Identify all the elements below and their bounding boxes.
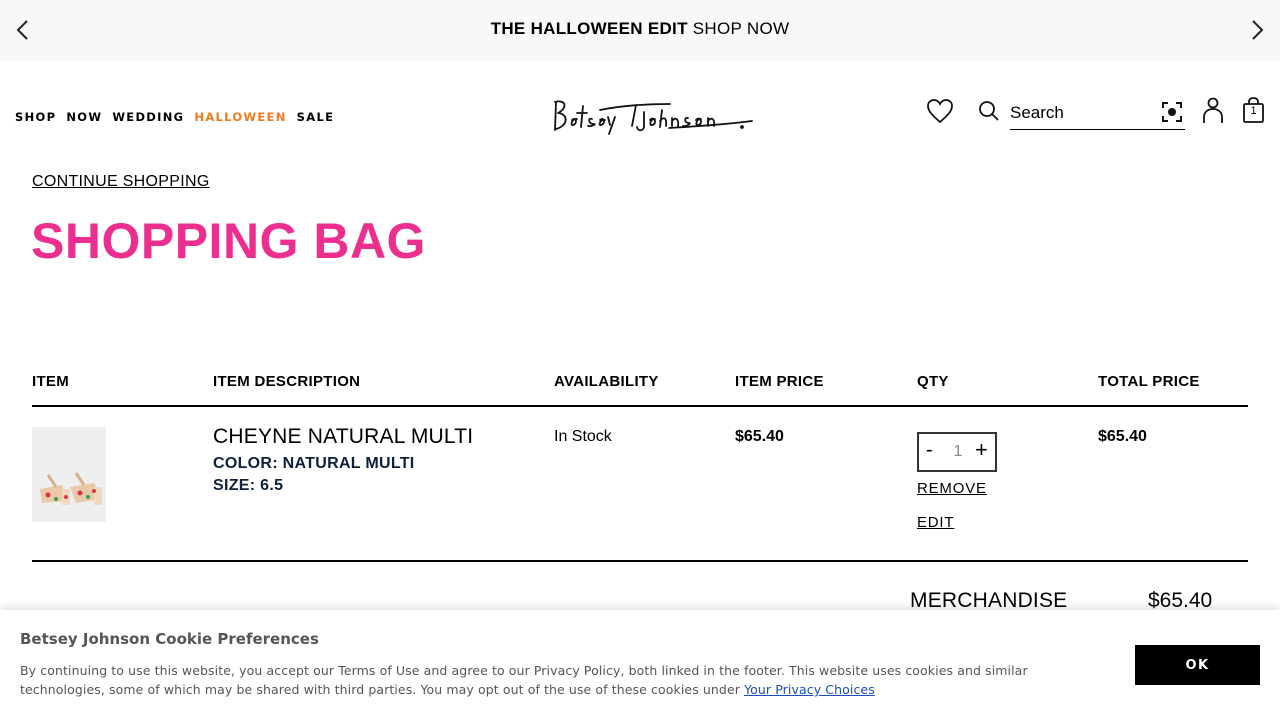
search-input[interactable] [1010, 96, 1185, 130]
qty-increase-button[interactable]: + [975, 437, 988, 463]
cookie-body-text: By continuing to use this website, you a… [20, 663, 1028, 697]
qty-decrease-button[interactable]: - [926, 439, 933, 462]
search-icon[interactable] [978, 100, 1000, 122]
product-size: SIZE: 6.5 [213, 477, 284, 494]
bag-count-badge: 1 [1250, 105, 1257, 117]
promo-title: THE HALLOWEEN EDIT [490, 19, 688, 38]
privacy-choices-link[interactable]: Your Privacy Choices [744, 682, 875, 697]
cookie-ok-button[interactable]: OK [1135, 645, 1260, 685]
availability-status: In Stock [554, 428, 612, 445]
product-thumbnail[interactable] [32, 427, 106, 522]
nav-item-wedding[interactable]: WEDDING [112, 110, 184, 124]
promo-banner: THE HALLOWEEN EDIT SHOP NOW [0, 0, 1280, 61]
remove-link[interactable]: REMOVE [917, 480, 987, 497]
column-header-description: ITEM DESCRIPTION [213, 373, 361, 390]
nav-item-halloween[interactable]: HALLOWEEN [194, 110, 286, 124]
cookie-title: Betsey Johnson Cookie Preferences [20, 630, 319, 648]
column-header-availability: AVAILABILITY [554, 373, 659, 390]
nav-item-sale[interactable]: SALE [297, 110, 335, 124]
column-header-total-price: TOTAL PRICE [1098, 373, 1200, 390]
main-nav: SHOP NOW WEDDING HALLOWEEN SALE [15, 110, 334, 124]
continue-shopping-link[interactable]: CONTINUE SHOPPING [32, 173, 210, 191]
page-title: SHOPPING BAG [31, 213, 426, 269]
heart-icon[interactable] [926, 98, 954, 124]
camera-scan-icon[interactable] [1161, 101, 1183, 123]
chevron-right-icon[interactable] [1250, 18, 1266, 42]
nav-item-shop[interactable]: SHOP [15, 110, 56, 124]
column-header-qty: QTY [917, 373, 949, 390]
user-icon[interactable] [1202, 97, 1224, 124]
qty-value[interactable]: 1 [951, 443, 965, 461]
cookie-body: By continuing to use this website, you a… [20, 661, 1080, 699]
product-name[interactable]: CHEYNE NATURAL MULTI [213, 425, 473, 449]
column-header-item: ITEM [32, 373, 70, 390]
brand-logo[interactable] [552, 96, 754, 136]
nav-item-now[interactable]: NOW [66, 110, 102, 124]
quantity-stepper: - 1 + [917, 432, 997, 472]
header-divider [32, 405, 1248, 407]
promo-link[interactable]: SHOP NOW [693, 19, 790, 38]
cookie-banner: Betsey Johnson Cookie Preferences By con… [0, 610, 1280, 720]
edit-link[interactable]: EDIT [917, 514, 954, 531]
column-header-item-price: ITEM PRICE [735, 373, 824, 390]
promo-text[interactable]: THE HALLOWEEN EDIT SHOP NOW [0, 19, 1280, 39]
product-color: COLOR: NATURAL MULTI [213, 455, 415, 472]
total-price: $65.40 [1098, 428, 1147, 445]
item-price: $65.40 [735, 428, 784, 445]
row-divider [32, 560, 1248, 562]
